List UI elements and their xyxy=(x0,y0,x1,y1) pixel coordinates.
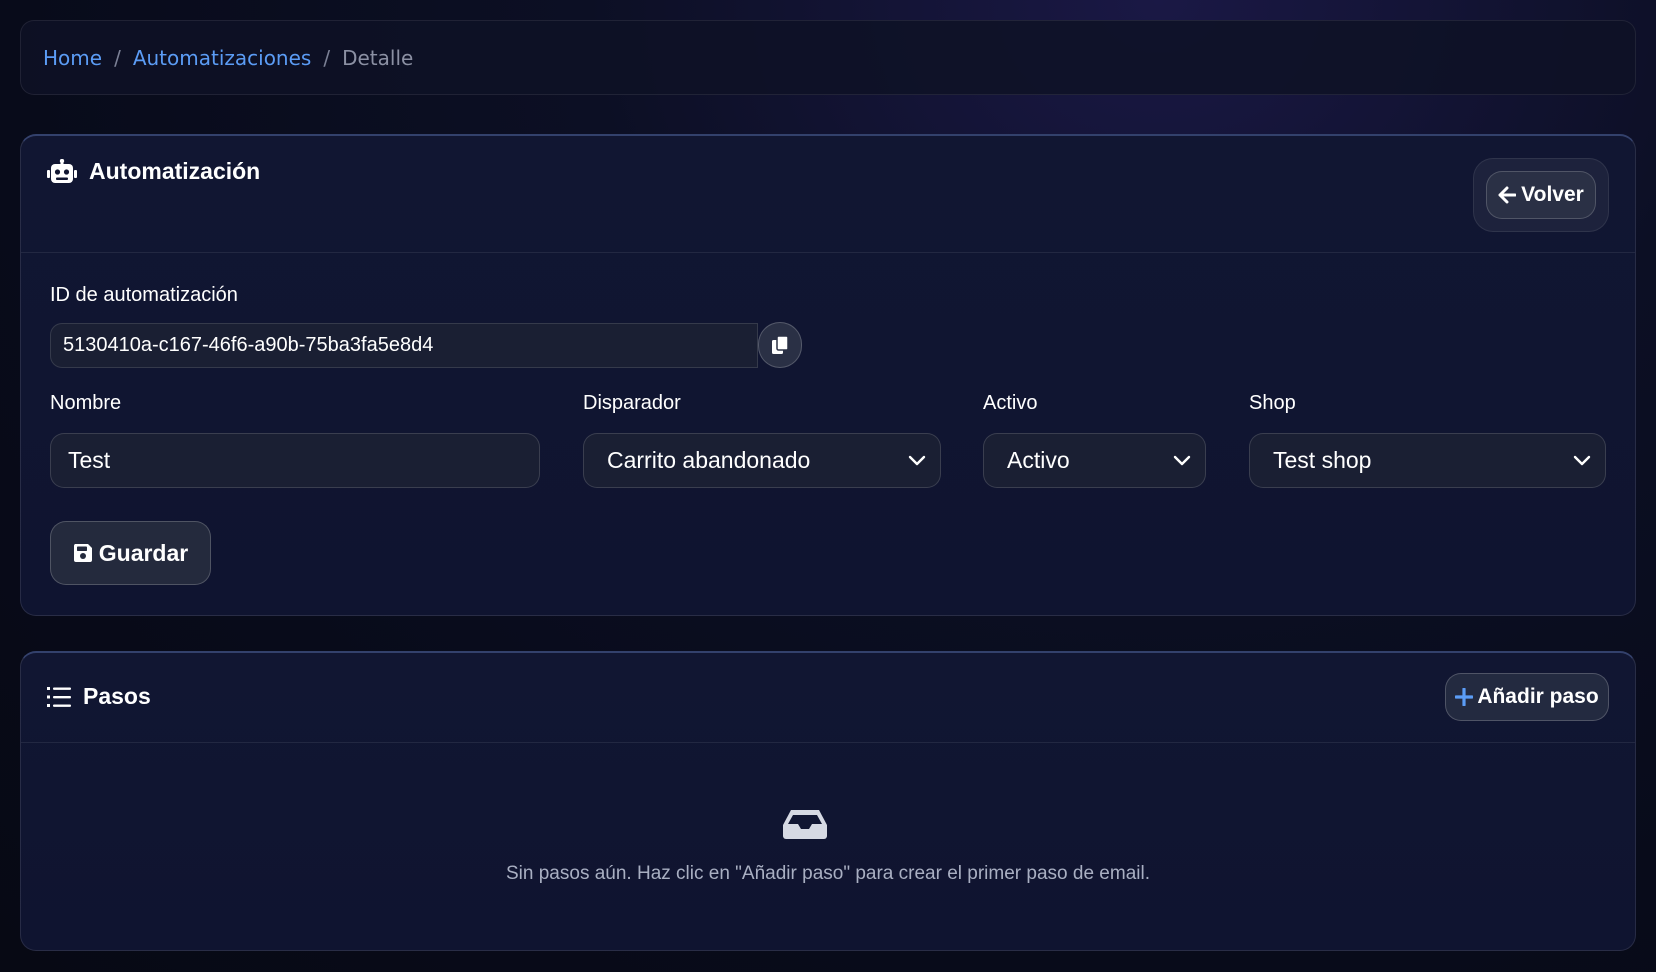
plus-icon xyxy=(1455,688,1474,706)
breadcrumb-separator: / xyxy=(323,45,331,70)
active-select-value: Activo xyxy=(1007,447,1070,473)
steps-title: Pasos xyxy=(47,683,151,710)
automation-title-text: Automatización xyxy=(89,158,261,184)
trigger-label: Disparador xyxy=(583,392,681,414)
save-button-label: Guardar xyxy=(98,539,189,566)
back-button-label: Volver xyxy=(1521,183,1584,206)
shop-label: Shop xyxy=(1249,392,1296,414)
steps-card: Pasos Añadir paso Sin pasos aún. Haz cli… xyxy=(20,651,1636,951)
name-input[interactable]: Test xyxy=(50,433,540,488)
automation-id-field[interactable]: 5130410a-c167-46f6-a90b-75ba3fa5e8d4 xyxy=(50,323,758,368)
automation-id-label: ID de automatización xyxy=(50,284,238,306)
chevron-down-icon xyxy=(1173,455,1191,467)
trigger-select-value: Carrito abandonado xyxy=(607,447,811,473)
breadcrumb-automatizaciones-link[interactable]: Automatizaciones xyxy=(133,46,312,70)
chevron-down-icon xyxy=(1573,455,1591,467)
automation-card-header: Automatización Volver xyxy=(21,136,1635,253)
active-label: Activo xyxy=(983,392,1038,414)
breadcrumb: Home / Automatizaciones / Detalle xyxy=(20,20,1636,95)
automation-card: Automatización Volver ID de automatizaci… xyxy=(20,134,1636,616)
breadcrumb-separator: / xyxy=(114,45,121,70)
copy-id-button[interactable] xyxy=(758,322,802,368)
name-label: Nombre xyxy=(50,392,122,414)
add-step-button[interactable]: Añadir paso xyxy=(1445,673,1609,721)
inbox-icon xyxy=(782,808,828,840)
trigger-select[interactable]: Carrito abandonado xyxy=(583,433,941,488)
active-select[interactable]: Activo xyxy=(983,433,1206,488)
robot-icon xyxy=(47,158,77,185)
shop-select[interactable]: Test shop xyxy=(1249,433,1606,488)
copy-icon xyxy=(771,335,789,355)
chevron-down-icon xyxy=(908,455,926,467)
breadcrumb-home-link[interactable]: Home xyxy=(43,46,102,70)
save-icon xyxy=(73,543,93,563)
back-button[interactable]: Volver xyxy=(1486,171,1596,219)
save-button[interactable]: Guardar xyxy=(50,521,211,585)
shop-select-value: Test shop xyxy=(1273,447,1372,473)
arrow-left-icon xyxy=(1498,186,1517,204)
list-icon xyxy=(47,686,71,708)
breadcrumb-current: Detalle xyxy=(342,45,414,70)
add-step-button-label: Añadir paso xyxy=(1477,685,1599,708)
back-button-wrapper: Volver xyxy=(1473,158,1609,232)
steps-title-text: Pasos xyxy=(83,683,151,709)
empty-steps-message: Sin pasos aún. Haz clic en "Añadir paso"… xyxy=(506,863,1150,884)
steps-card-header: Pasos Añadir paso xyxy=(21,653,1635,743)
automation-title: Automatización xyxy=(47,158,260,185)
page: Home / Automatizaciones / Detalle Automa… xyxy=(0,0,1656,972)
